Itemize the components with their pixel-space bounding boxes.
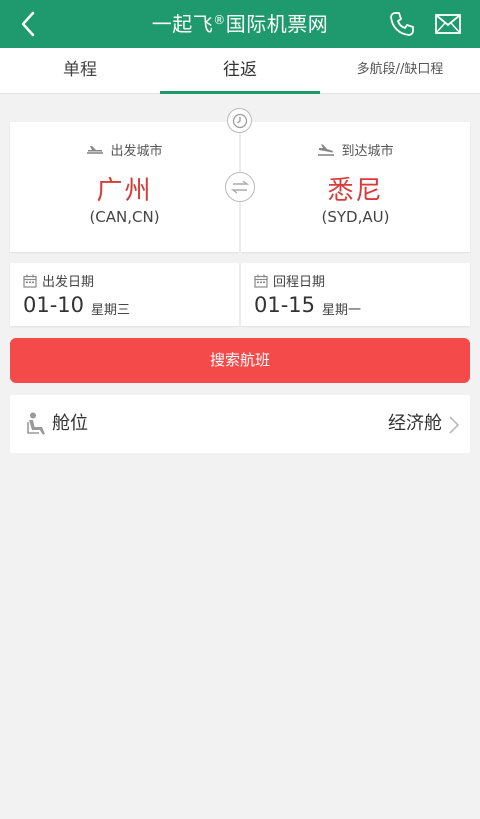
- mail-icon: [435, 14, 461, 34]
- takeoff-icon: [87, 145, 104, 154]
- tab-round-trip[interactable]: 往返: [160, 48, 320, 94]
- app-header: 一起飞®国际机票网: [0, 0, 480, 48]
- search-history-button[interactable]: [227, 108, 252, 133]
- trip-type-tabs: 单程 往返 多航段//缺口程: [0, 48, 480, 94]
- depart-date-label: 出发日期: [42, 275, 95, 290]
- return-date-card[interactable]: 回程日期 01-15 星期一: [241, 263, 470, 326]
- return-date-weekday: 星期一: [322, 303, 362, 318]
- depart-date-weekday: 星期三: [91, 303, 131, 318]
- cabin-value: 经济舱: [388, 413, 442, 434]
- clock-icon: [232, 113, 247, 128]
- title-brand: 一起飞: [151, 12, 214, 36]
- departure-label: 出发城市: [110, 144, 163, 159]
- back-button[interactable]: [10, 6, 46, 42]
- arrival-city-card[interactable]: 到达城市 悉尼 (SYD,AU): [241, 122, 470, 252]
- depart-date-value: 01-10: [23, 293, 85, 317]
- departure-city-name: 广州: [96, 176, 153, 206]
- seat-icon: [27, 412, 45, 435]
- arrival-label-row: 到达城市: [241, 140, 470, 159]
- registered-mark: ®: [213, 13, 226, 27]
- departure-city-code: (CAN,CN): [89, 208, 160, 226]
- arrival-city-name: 悉尼: [327, 176, 384, 206]
- return-date-value: 01-15: [254, 293, 316, 317]
- depart-date-label-row: 出发日期: [23, 271, 94, 290]
- departure-label-row: 出发城市: [10, 140, 239, 159]
- phone-button[interactable]: [385, 7, 419, 41]
- landing-icon: [318, 144, 335, 156]
- calendar-icon: [254, 274, 268, 288]
- arrival-city-code: (SYD,AU): [321, 208, 390, 226]
- return-date-label: 回程日期: [273, 275, 326, 290]
- cabin-class-selector[interactable]: 舱位 经济舱: [10, 395, 470, 453]
- depart-date-card[interactable]: 出发日期 01-10 星期三: [10, 263, 239, 326]
- calendar-icon: [23, 274, 37, 288]
- swap-cities-button[interactable]: [225, 172, 255, 202]
- swap-icon: [230, 180, 250, 194]
- arrival-label: 到达城市: [341, 144, 394, 159]
- return-date-label-row: 回程日期: [254, 271, 325, 290]
- cabin-label: 舱位: [52, 413, 88, 434]
- mail-button[interactable]: [430, 7, 466, 41]
- tab-one-way[interactable]: 单程: [0, 48, 160, 94]
- search-flights-button[interactable]: 搜索航班: [10, 338, 470, 383]
- back-arrow-icon: [21, 11, 35, 37]
- departure-city-card[interactable]: 出发城市 广州 (CAN,CN): [10, 122, 239, 252]
- phone-icon: [390, 12, 414, 36]
- tab-multi-segment[interactable]: 多航段//缺口程: [320, 48, 480, 94]
- title-suffix: 国际机票网: [225, 12, 329, 36]
- chevron-right-icon: [449, 416, 460, 434]
